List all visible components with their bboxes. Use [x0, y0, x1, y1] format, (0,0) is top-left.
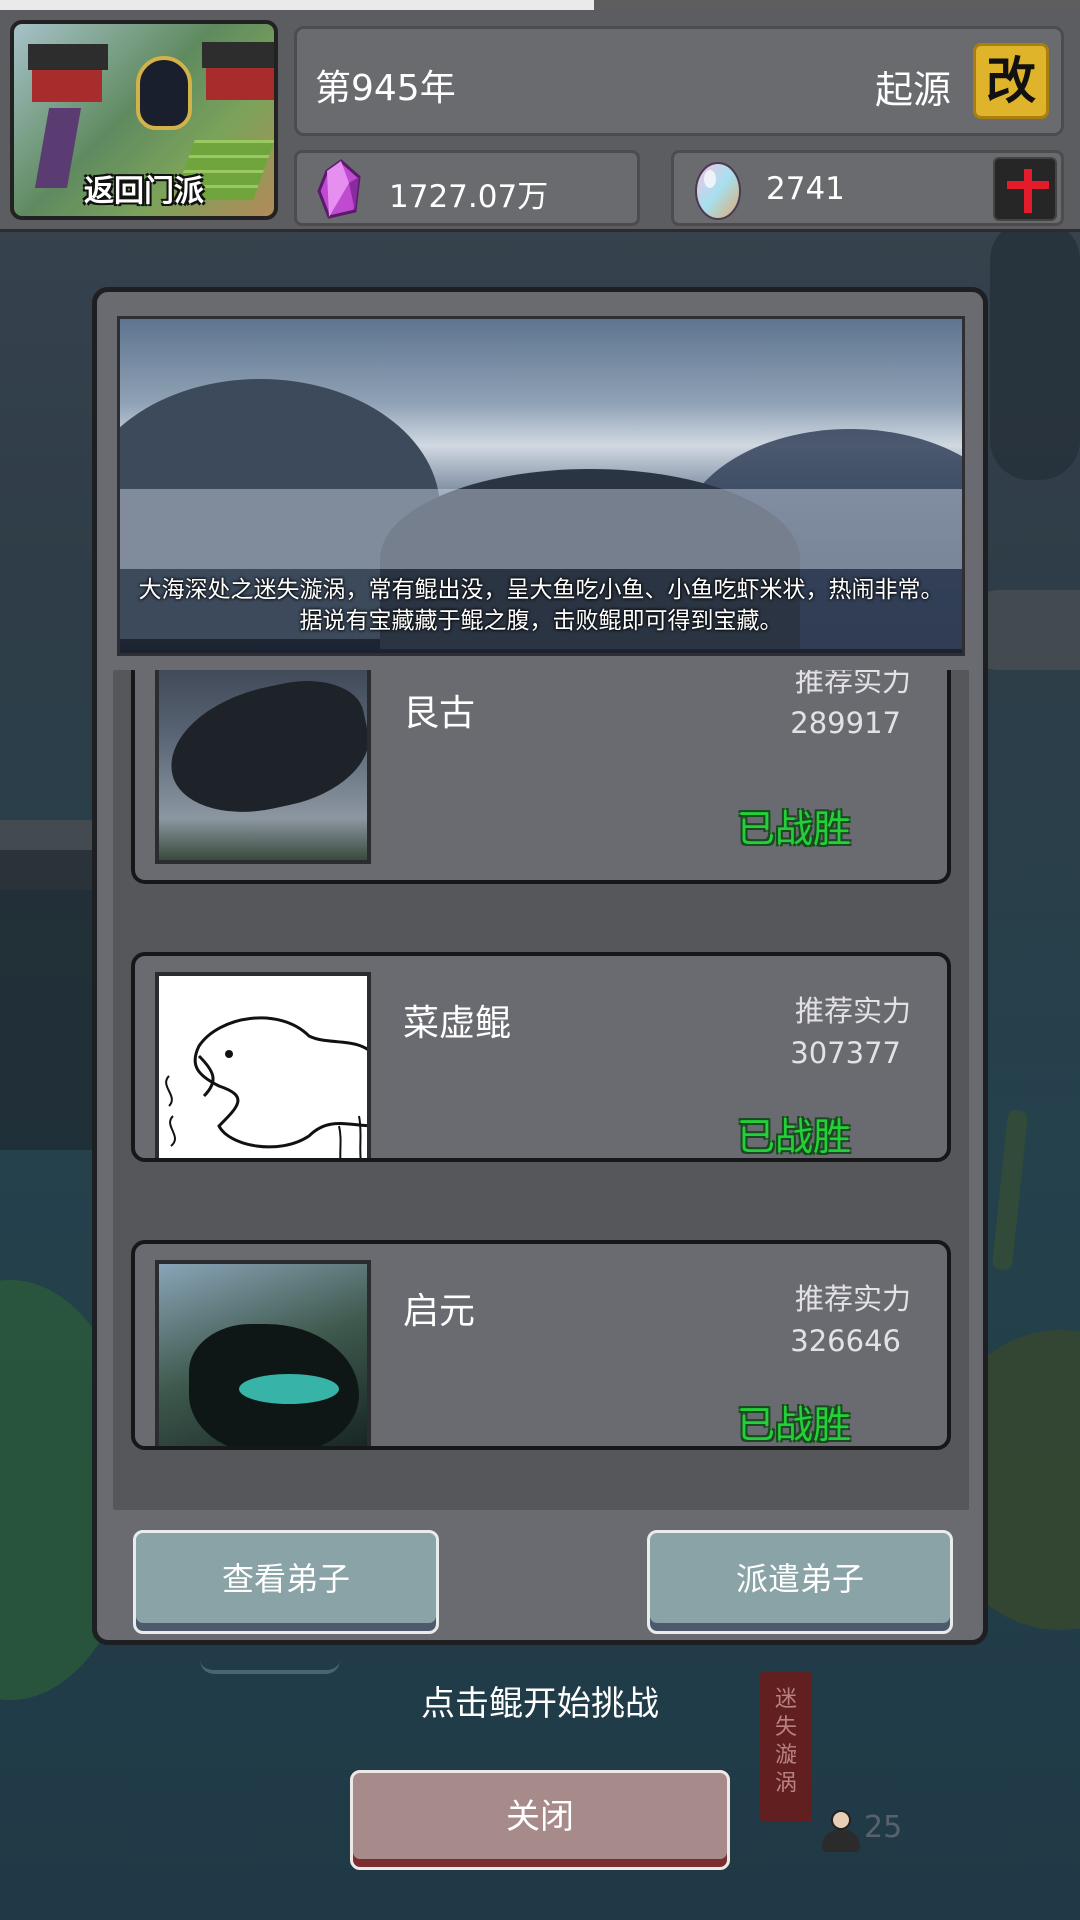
egg-resource: 2741: [671, 150, 1064, 226]
bg-rock: [990, 220, 1080, 480]
return-to-sect-button[interactable]: 返回门派: [10, 20, 278, 220]
crystal-icon: [317, 159, 361, 219]
bg-rock: [0, 850, 95, 1150]
rename-button[interactable]: 改: [973, 43, 1049, 119]
recommended-power-label: 推荐实力: [794, 1282, 911, 1316]
dispatch-disciples-button[interactable]: 派遣弟子: [647, 1530, 953, 1634]
victory-status: 已战胜: [736, 807, 851, 851]
sect-wall: [206, 68, 274, 100]
boss-card[interactable]: 菜虚鲲 推荐实力 307377 已战胜: [131, 952, 951, 1162]
recommended-power-label: 推荐实力: [794, 994, 911, 1028]
loading-progress-bar: [0, 0, 1080, 10]
boss-portrait: [155, 670, 371, 864]
victory-status: 已战胜: [736, 1403, 851, 1447]
recommended-power-label: 推荐实力: [794, 670, 911, 698]
victory-status: 已战胜: [736, 1115, 851, 1159]
sect-wall: [32, 70, 102, 102]
dungeon-panel: 大海深处之迷失漩涡，常有鲲出没，呈大鱼吃小鱼、小鱼吃虾米状，热闹非常。据说有宝藏…: [92, 287, 988, 1645]
recommended-power-value: 307377: [790, 1036, 901, 1070]
dungeon-description: 大海深处之迷失漩涡，常有鲲出没，呈大鱼吃小鱼、小鱼吃虾米状，热闹非常。据说有宝藏…: [138, 577, 944, 634]
disciple-count-value: 25: [864, 1810, 903, 1845]
boss-list[interactable]: 艮古 推荐实力 289917 已战胜 菜虚鲲 推荐实力 307377 已战胜 启…: [113, 670, 969, 1510]
dungeon-banner: 大海深处之迷失漩涡，常有鲲出没，呈大鱼吃小鱼、小鱼吃虾米状，热闹非常。据说有宝藏…: [117, 316, 965, 656]
location-seal-text: 迷失漩涡: [774, 1687, 797, 1796]
recommended-power-value: 326646: [790, 1324, 901, 1358]
spirit-stone-resource: 1727.07万: [294, 150, 640, 226]
boss-name: 菜虚鲲: [403, 1003, 512, 1044]
boss-name: 艮古: [403, 693, 476, 734]
sect-roof: [202, 42, 274, 68]
location-seal: 迷失漩涡: [760, 1672, 812, 1822]
top-header: 返回门派 第945年 起源 改 1727.07万 2741: [0, 10, 1080, 232]
boss-portrait: [155, 972, 371, 1158]
boss-card[interactable]: 艮古 推荐实力 289917 已战胜: [131, 670, 951, 884]
recommended-power-value: 289917: [790, 706, 901, 740]
boss-name: 启元: [403, 1291, 476, 1332]
challenge-hint: 点击鲲开始挑战: [421, 1684, 659, 1724]
year-panel: 第945年 起源 改: [294, 26, 1064, 136]
add-egg-button[interactable]: [993, 157, 1057, 221]
egg-value: 2741: [766, 171, 845, 207]
disciple-icon: [818, 1808, 864, 1852]
boss-card[interactable]: 启元 推荐实力 326646 已战胜: [131, 1240, 951, 1450]
sect-roof: [28, 44, 108, 70]
origin-text: 起源: [874, 68, 951, 112]
banner-mist: [120, 489, 962, 569]
spirit-stone-value: 1727.07万: [389, 179, 549, 215]
progress-fill: [0, 0, 594, 10]
egg-icon: [695, 162, 741, 220]
plus-icon: [1007, 181, 1049, 189]
view-disciples-button[interactable]: 查看弟子: [133, 1530, 439, 1634]
plus-icon: [1024, 169, 1032, 213]
close-button[interactable]: 关闭: [350, 1770, 730, 1870]
boss-portrait: [155, 1260, 371, 1446]
year-text: 第945年: [315, 68, 456, 109]
bg-wave: [200, 1660, 340, 1674]
bg-palm-tree: [991, 1109, 1029, 1271]
return-to-sect-label: 返回门派: [84, 174, 204, 209]
sect-emblem-icon: [136, 56, 192, 130]
